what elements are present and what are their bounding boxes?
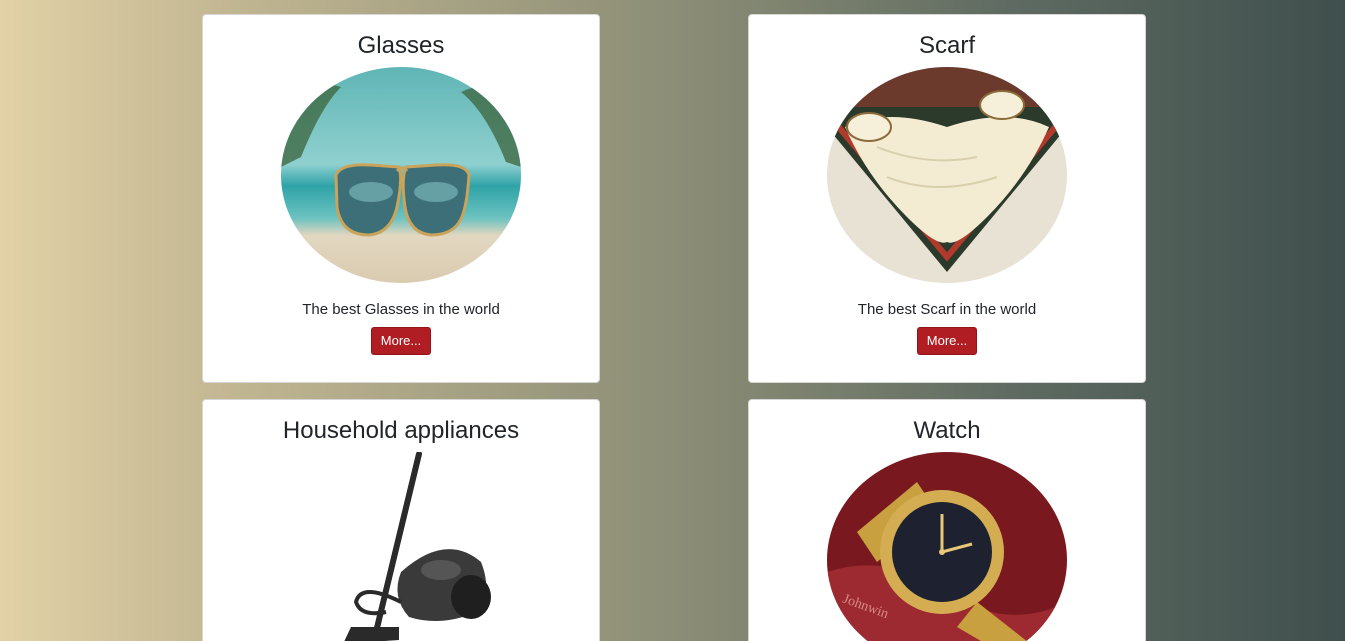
product-card-household-appliances: Household appliances (202, 399, 600, 641)
card-description: The best Glasses in the world (302, 301, 500, 318)
more-button[interactable]: More... (370, 327, 432, 355)
product-card-watch: Watch Johnwin (748, 399, 1146, 641)
card-title: Household appliances (282, 417, 520, 444)
scarf-image (827, 67, 1067, 283)
watch-image: Johnwin (827, 452, 1067, 641)
product-card-scarf: Scarf The best Scarf in the world More..… (748, 14, 1146, 383)
card-title: Glasses (357, 32, 445, 59)
card-title: Scarf (918, 32, 975, 59)
more-button[interactable]: More... (916, 327, 978, 355)
product-card-glasses: Glasses The best Glasses in the world Mo… (202, 14, 600, 383)
card-title: Watch (913, 417, 981, 444)
card-description: The best Scarf in the world (857, 301, 1037, 318)
glasses-image (281, 67, 521, 283)
vacuum-image (281, 452, 521, 641)
